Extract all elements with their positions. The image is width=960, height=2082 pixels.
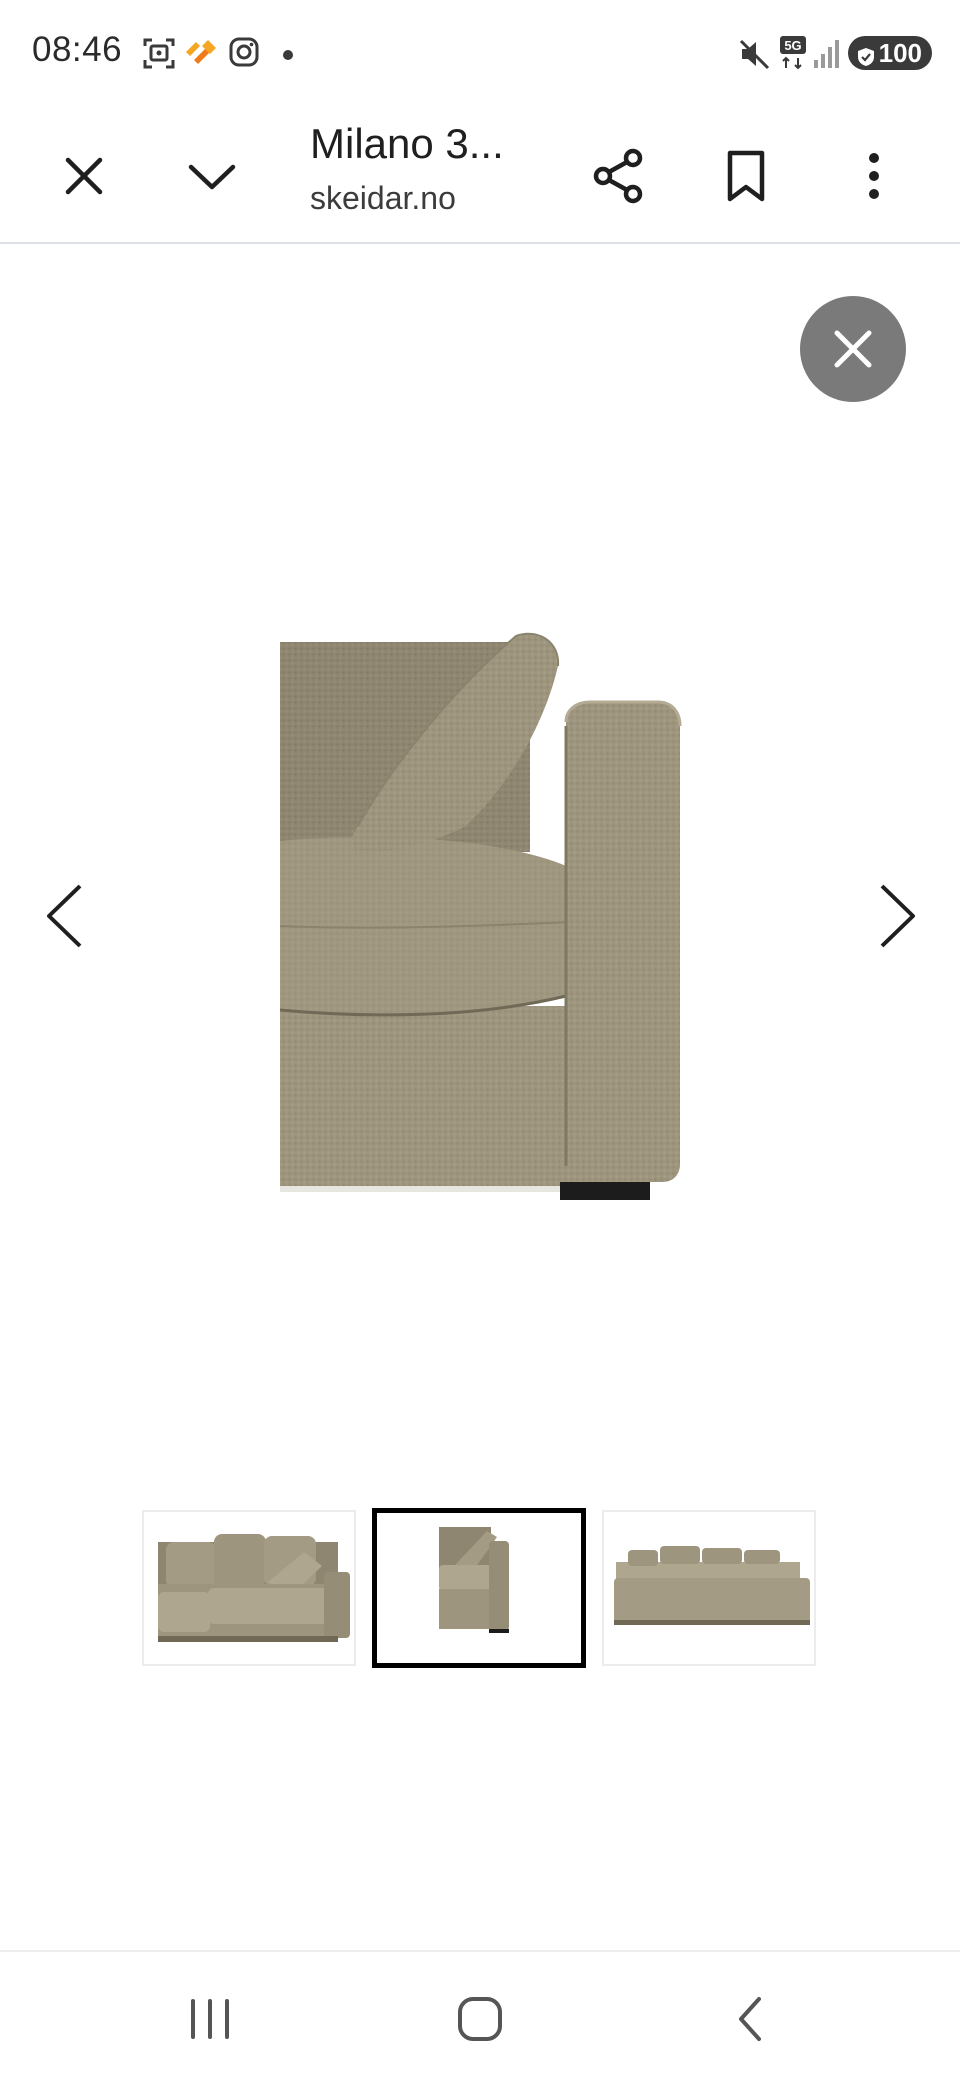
thumbnail-strip bbox=[140, 1508, 820, 1670]
svg-text:5G: 5G bbox=[784, 38, 801, 53]
bookmark-button[interactable] bbox=[710, 140, 782, 212]
page-domain[interactable]: skeidar.no bbox=[310, 180, 456, 217]
battery-shield-icon bbox=[856, 43, 876, 74]
system-navigation-bar bbox=[0, 1950, 960, 2082]
back-button[interactable] bbox=[710, 1984, 790, 2054]
battery-level: 100 bbox=[878, 37, 922, 68]
sofa-corner-thumbnail bbox=[439, 1527, 509, 1633]
sofa-back-thumbnail bbox=[614, 1546, 810, 1625]
screenshot-icon bbox=[142, 36, 176, 75]
page-title[interactable]: Milano 3... bbox=[310, 120, 504, 168]
notification-dot-icon bbox=[282, 48, 294, 66]
home-button[interactable] bbox=[440, 1984, 520, 2054]
chevron-down-icon bbox=[188, 164, 236, 190]
more-vert-icon bbox=[869, 153, 879, 199]
5g-icon: 5G bbox=[778, 34, 814, 77]
close-icon bbox=[834, 330, 872, 368]
close-icon bbox=[65, 157, 103, 195]
home-icon bbox=[458, 1997, 502, 2041]
status-bar: 08:46 5G 100 bbox=[0, 0, 960, 108]
signal-icon bbox=[812, 38, 842, 75]
status-time: 08:46 bbox=[32, 30, 123, 69]
back-icon bbox=[739, 1997, 761, 2041]
close-viewer-button[interactable] bbox=[800, 296, 906, 402]
sofa-front-thumbnail bbox=[158, 1534, 350, 1642]
app-icon bbox=[184, 38, 218, 73]
mute-icon bbox=[738, 38, 772, 75]
instagram-icon bbox=[228, 36, 260, 73]
close-tab-button[interactable] bbox=[48, 140, 120, 212]
share-button[interactable] bbox=[582, 140, 654, 212]
thumbnail-sofa-corner[interactable] bbox=[372, 1508, 586, 1668]
minimize-tab-button[interactable] bbox=[176, 140, 248, 212]
recent-apps-icon bbox=[191, 1999, 229, 2039]
next-image-button[interactable] bbox=[868, 876, 928, 956]
thumbnail-sofa-front[interactable] bbox=[142, 1510, 356, 1666]
bookmark-icon bbox=[727, 150, 765, 202]
share-icon bbox=[593, 148, 643, 204]
sofa-corner-photo bbox=[279, 632, 682, 1200]
recent-apps-button[interactable] bbox=[170, 1984, 250, 2054]
chevron-right-icon bbox=[880, 884, 915, 948]
battery-indicator: 100 bbox=[848, 36, 932, 70]
previous-image-button[interactable] bbox=[34, 876, 94, 956]
more-options-button[interactable] bbox=[838, 140, 910, 212]
custom-tab-toolbar: Milano 3... skeidar.no bbox=[0, 108, 960, 244]
thumbnail-sofa-back[interactable] bbox=[602, 1510, 816, 1666]
chevron-left-icon bbox=[47, 884, 82, 948]
